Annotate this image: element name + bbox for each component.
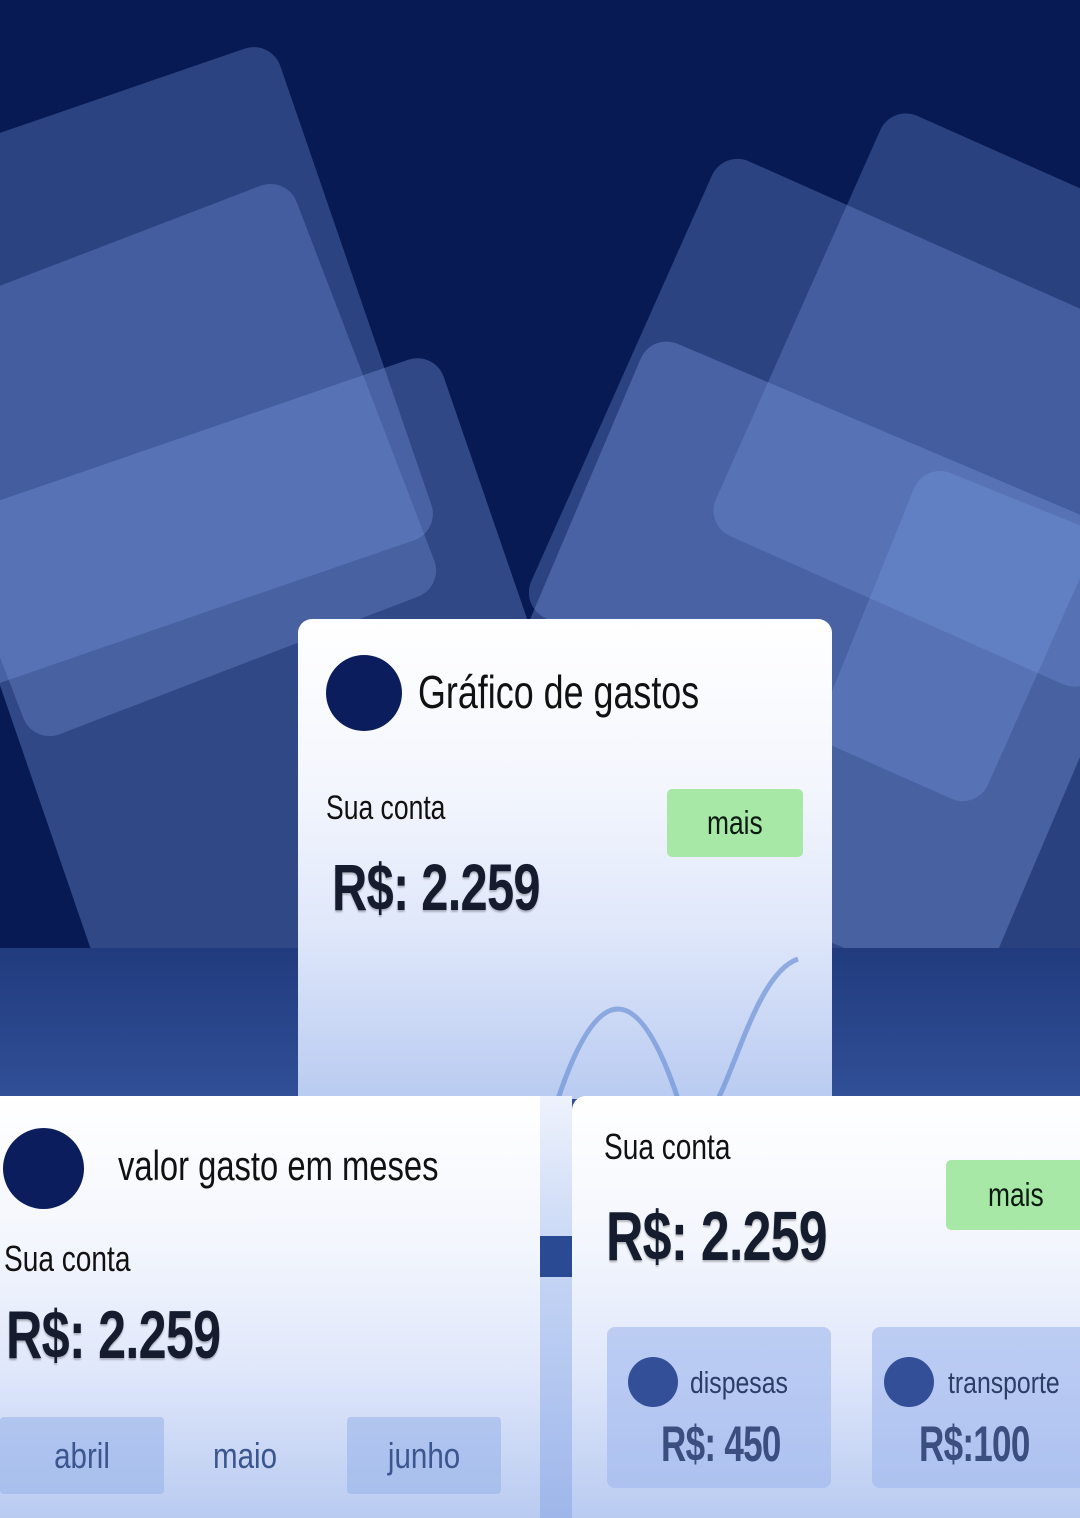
account-label: Sua conta [4, 1238, 131, 1279]
account-label: Sua conta [326, 789, 446, 827]
category-label: dispesas [690, 1365, 788, 1400]
column-divider [540, 1096, 572, 1518]
more-button[interactable]: mais [946, 1160, 1080, 1230]
category-label: transporte [948, 1365, 1060, 1400]
category-tile-dispesas[interactable]: dispesas R$: 450 [607, 1327, 831, 1488]
month-label: maio [213, 1434, 277, 1476]
spending-chart-card: Gráfico de gastos Sua conta mais R$: 2.2… [298, 619, 832, 1099]
category-amount: R$:100 [919, 1416, 1030, 1472]
account-amount: R$: 2.259 [606, 1197, 828, 1275]
category-amount: R$: 450 [661, 1416, 781, 1472]
more-button-label: mais [707, 804, 763, 841]
category-dot [884, 1357, 934, 1407]
avatar [3, 1128, 84, 1209]
more-button-label: mais [988, 1176, 1044, 1213]
chart-wave [555, 956, 799, 1099]
more-button[interactable]: mais [667, 789, 803, 857]
month-label: junho [387, 1434, 461, 1476]
card-title: Gráfico de gastos [418, 666, 700, 718]
card-title: valor gasto em meses [118, 1142, 439, 1189]
category-tile-transporte[interactable]: transporte R$:100 [872, 1327, 1080, 1488]
month-tab-abril[interactable]: abril [0, 1417, 164, 1494]
avatar [326, 655, 402, 731]
month-tab-maio[interactable]: maio [170, 1417, 320, 1494]
month-tab-junho[interactable]: junho [347, 1417, 501, 1494]
account-amount: R$: 2.259 [6, 1297, 221, 1373]
account-label: Sua conta [604, 1126, 731, 1167]
month-label: abril [54, 1434, 110, 1476]
category-dot [628, 1357, 678, 1407]
account-amount: R$: 2.259 [332, 850, 541, 924]
divider-marker [540, 1236, 572, 1277]
